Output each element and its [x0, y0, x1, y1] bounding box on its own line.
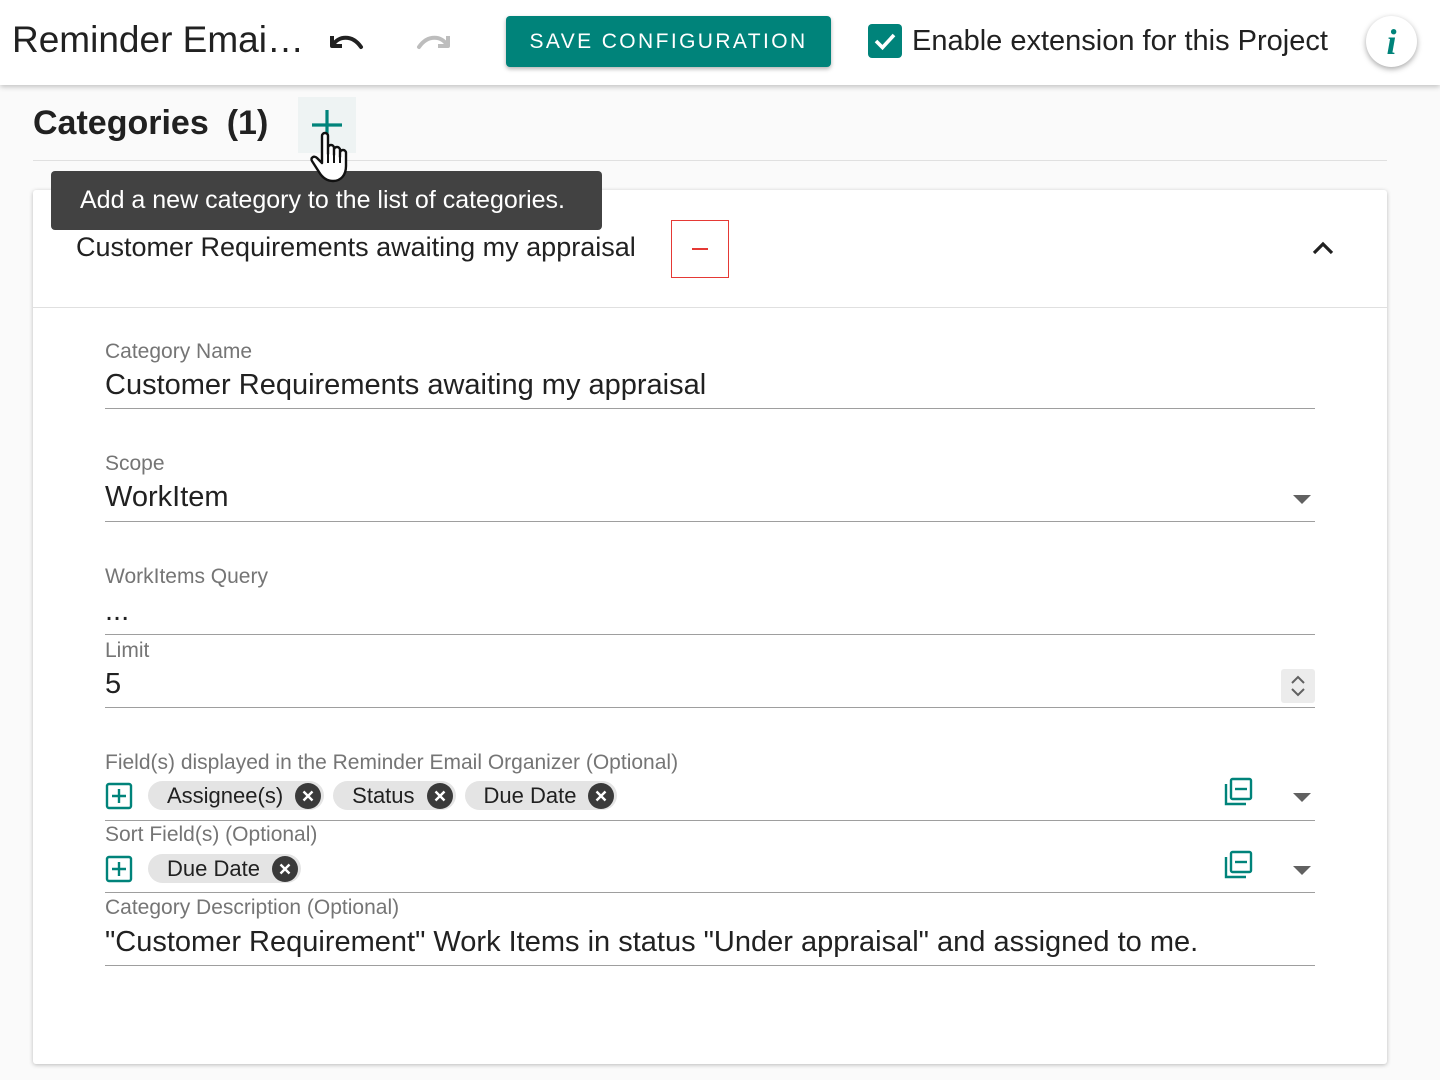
enable-extension-control: Enable extension for this Project [868, 24, 1328, 58]
chip-label: Due Date [483, 782, 577, 808]
close-circle-icon[interactable] [271, 855, 298, 882]
chip-label: Assignee(s) [167, 782, 284, 808]
top-bar: Reminder Email Organizer SAVE CONFIGURAT… [0, 0, 1440, 85]
plus-icon [312, 110, 342, 140]
field-chip: Due Date [464, 781, 618, 810]
category-name-field[interactable]: Category Name Customer Requirements awai… [105, 338, 1315, 409]
limit-label: Limit [105, 639, 150, 662]
remove-category-button[interactable] [671, 220, 729, 278]
scope-field[interactable]: Scope WorkItem [105, 452, 1315, 522]
info-button[interactable]: i [1366, 16, 1417, 67]
add-category-button[interactable] [298, 97, 356, 153]
scope-label: Scope [105, 452, 165, 475]
displayed-fields-chips: Assignee(s) Status Due Date [105, 781, 626, 810]
chevron-down-icon[interactable] [1293, 495, 1311, 504]
category-description-field[interactable]: Category Description (Optional) "Custome… [105, 894, 1315, 966]
workitems-query-input[interactable]: ... [105, 595, 129, 628]
limit-spinner[interactable] [1281, 669, 1315, 703]
undo-icon [330, 35, 363, 49]
workitems-query-field[interactable]: WorkItems Query ... [105, 563, 1315, 635]
redo-button[interactable] [410, 20, 458, 64]
undo-button[interactable] [322, 20, 370, 64]
card-divider [33, 307, 1387, 308]
displayed-fields-label: Field(s) displayed in the Reminder Email… [105, 751, 679, 774]
sort-fields-label: Sort Field(s) (Optional) [105, 823, 318, 846]
category-header-title[interactable]: Customer Requirements awaiting my apprai… [76, 232, 636, 263]
spinner-icon [1291, 675, 1305, 697]
add-sort-field-button[interactable] [105, 855, 133, 883]
enable-extension-label[interactable]: Enable extension for this Project [912, 25, 1328, 58]
chevron-up-icon[interactable] [1305, 230, 1341, 266]
categories-header: Categories (1) [33, 104, 268, 143]
chip-label: Due Date [167, 855, 260, 881]
info-icon: i [1386, 21, 1397, 62]
sort-fields-field[interactable]: Sort Field(s) (Optional) Due Date [105, 822, 1315, 893]
app-title: Reminder Email Organizer [12, 19, 307, 60]
header-divider [33, 160, 1387, 161]
save-configuration-button[interactable]: SAVE CONFIGURATION [506, 16, 831, 67]
category-name-input[interactable]: Customer Requirements awaiting my apprai… [105, 369, 706, 402]
category-description-input[interactable]: "Customer Requirement" Work Items in sta… [105, 926, 1198, 959]
scope-select[interactable]: WorkItem [105, 481, 229, 514]
field-chip: Assignee(s) [148, 781, 325, 810]
categories-count: (1) [226, 104, 269, 142]
check-icon [874, 33, 896, 51]
add-box-icon [105, 855, 133, 882]
displayed-fields-field[interactable]: Field(s) displayed in the Reminder Email… [105, 749, 1315, 821]
chevron-down-icon[interactable] [1293, 793, 1311, 802]
limit-field[interactable]: Limit 5 [105, 636, 1315, 708]
field-chip: Status [333, 781, 456, 810]
category-name-label: Category Name [105, 340, 253, 363]
list-icon[interactable] [1223, 850, 1253, 880]
workitems-query-label: WorkItems Query [105, 565, 268, 588]
add-displayed-field-button[interactable] [105, 782, 133, 810]
minus-icon [692, 248, 708, 250]
add-category-tooltip: Add a new category to the list of catego… [51, 171, 602, 230]
chip-label: Status [352, 782, 415, 808]
close-circle-icon[interactable] [295, 782, 322, 809]
enable-extension-checkbox[interactable] [868, 24, 902, 58]
sort-fields-chips: Due Date [105, 854, 310, 883]
chevron-down-icon[interactable] [1293, 866, 1311, 875]
add-box-icon [105, 782, 133, 809]
limit-input[interactable]: 5 [105, 668, 121, 701]
category-description-label: Category Description (Optional) [105, 896, 400, 919]
list-icon[interactable] [1223, 777, 1253, 807]
category-card: Customer Requirements awaiting my apprai… [33, 190, 1387, 1064]
field-chip: Due Date [148, 854, 301, 883]
close-circle-icon[interactable] [588, 782, 615, 809]
close-circle-icon[interactable] [426, 782, 453, 809]
categories-title: Categories [33, 104, 209, 142]
redo-icon [417, 35, 450, 49]
